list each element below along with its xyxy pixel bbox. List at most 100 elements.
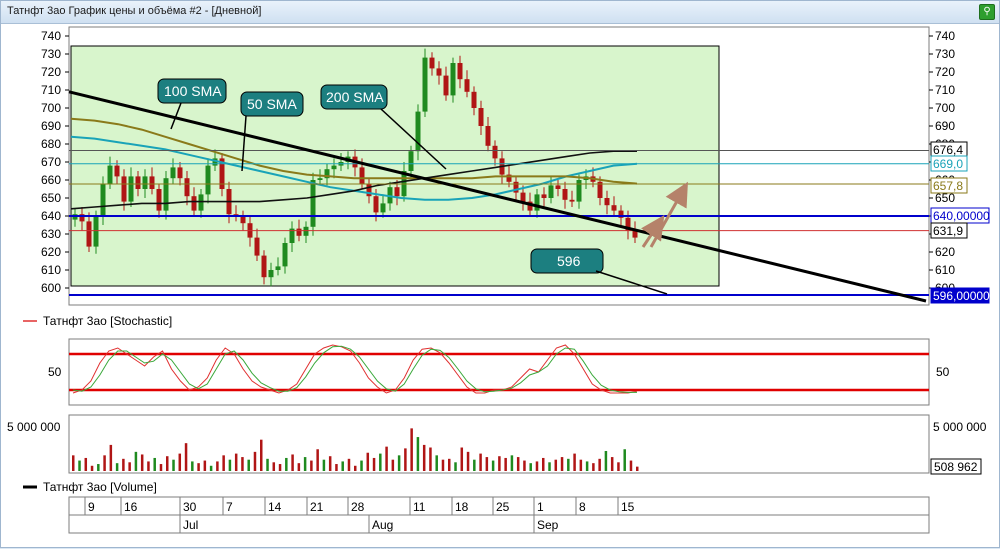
- volume-bar: [410, 428, 413, 471]
- volume-bar: [422, 444, 426, 471]
- day-label: 15: [621, 500, 635, 514]
- annotation-label: 596: [557, 253, 581, 269]
- tick-label: 720: [41, 65, 61, 79]
- volume-bar: [134, 451, 138, 471]
- volume-bar: [516, 457, 520, 471]
- volume-bar: [159, 464, 163, 471]
- candle-body: [275, 266, 281, 270]
- candle-body: [562, 189, 568, 200]
- chart-window: Татнфт 3ао График цены и объёма #2 - [Дн…: [0, 0, 1000, 548]
- volume-bar: [554, 459, 558, 471]
- price-label-657-8: 657,8: [930, 177, 968, 194]
- volume-bar: [178, 453, 182, 471]
- volume-bar: [610, 457, 614, 471]
- price-label-669: 669,0: [930, 155, 968, 172]
- stochastic-panel[interactable]: Татнфт 3ао [Stochastic] 50 50: [23, 314, 950, 406]
- volume-bar: [542, 457, 545, 471]
- volume-bar: [109, 444, 113, 471]
- candle-body: [254, 237, 260, 256]
- stochastic-tick-right: 50: [936, 365, 950, 379]
- candle-body: [240, 216, 246, 224]
- date-axis: 9 16 30 7 14 21 28 11 18 25 1 8 15 Jul Aug Sep: [68, 496, 930, 534]
- volume-bar: [360, 460, 363, 471]
- volume-bar: [310, 460, 313, 471]
- tick-label: 720: [935, 65, 955, 79]
- price-label-text: 676,4: [933, 143, 963, 157]
- volume-bar: [629, 460, 633, 471]
- candle-body: [261, 255, 267, 278]
- tick-label: 740: [935, 29, 955, 43]
- volume-bar: [391, 459, 395, 471]
- volume-bar: [191, 461, 194, 471]
- volume-panel[interactable]: 5 000 000 5 000 000 508 962 Татнфт 3ао […: [7, 414, 987, 494]
- stochastic-tick-left: 50: [48, 365, 62, 379]
- volume-bar: [241, 457, 244, 471]
- volume-bar: [523, 460, 526, 471]
- volume-bar: [441, 459, 445, 471]
- candle-body: [611, 205, 617, 211]
- tick-label: 690: [935, 119, 955, 133]
- volume-bar: [140, 454, 144, 471]
- annotation-label: 50 SMA: [247, 96, 297, 112]
- stochastic-legend: Татнфт 3ао [Stochastic]: [43, 314, 172, 328]
- volume-bar: [404, 448, 407, 471]
- volume-bar: [535, 461, 539, 471]
- day-label: 14: [268, 500, 282, 514]
- tick-label: 670: [41, 155, 61, 169]
- volume-bar: [460, 447, 464, 471]
- volume-bar: [529, 463, 532, 471]
- day-label: 1: [537, 500, 544, 514]
- volume-bar: [184, 443, 188, 471]
- volume-bar: [335, 464, 338, 471]
- candle-body: [107, 165, 113, 184]
- candle-body: [303, 226, 309, 236]
- candle-body: [198, 194, 204, 211]
- volume-bar: [372, 457, 376, 471]
- volume-bar: [278, 464, 282, 471]
- tick-label: 620: [41, 245, 61, 259]
- volume-bar: [429, 447, 432, 471]
- volume-bar: [203, 460, 207, 471]
- price-label-631-9: 631,9: [930, 222, 968, 239]
- volume-bar: [172, 459, 175, 471]
- volume-bar: [253, 451, 257, 471]
- volume-bar: [592, 463, 595, 471]
- stochastic-plot-frame: [68, 338, 930, 406]
- volume-bar: [222, 455, 225, 471]
- price-panel[interactable]: 600 610 620 630 640 650 660 670 680 690 700 710 720 7…: [41, 26, 990, 306]
- candle-body: [114, 165, 120, 177]
- volume-bar: [166, 456, 169, 471]
- day-label: 25: [496, 500, 510, 514]
- volume-bar: [479, 453, 482, 471]
- tick-label: 700: [935, 101, 955, 115]
- candle-body: [604, 198, 610, 206]
- candle-body: [436, 68, 442, 76]
- candle-body: [492, 145, 498, 159]
- month-label: Sep: [537, 518, 559, 532]
- tick-label: 710: [41, 83, 61, 97]
- candle-body: [93, 216, 99, 247]
- tick-label: 730: [41, 47, 61, 61]
- volume-bar: [272, 462, 276, 471]
- candle-body: [163, 178, 169, 211]
- price-label-596: 596,00000: [930, 287, 990, 304]
- day-label: 30: [183, 500, 197, 514]
- day-label: 28: [351, 500, 365, 514]
- tick-label: 630: [41, 227, 61, 241]
- volume-bar: [573, 453, 576, 471]
- day-label: 9: [88, 500, 95, 514]
- volume-bar: [504, 457, 507, 471]
- volume-bar: [598, 458, 601, 471]
- volume-bar: [617, 462, 620, 471]
- tick-label: 620: [935, 245, 955, 259]
- price-axis-left: 600 610 620 630 640 650 660 670 680 690 700 710 720 7…: [41, 29, 69, 295]
- volume-bar: [341, 461, 344, 471]
- tick-label: 710: [935, 83, 955, 97]
- candle-body: [380, 203, 386, 213]
- volume-bar: [385, 446, 388, 471]
- month-label: Jul: [183, 518, 198, 532]
- volume-bar: [560, 457, 564, 471]
- tick-label: 740: [41, 29, 61, 43]
- candle-body: [422, 57, 428, 112]
- volume-bar: [448, 458, 451, 471]
